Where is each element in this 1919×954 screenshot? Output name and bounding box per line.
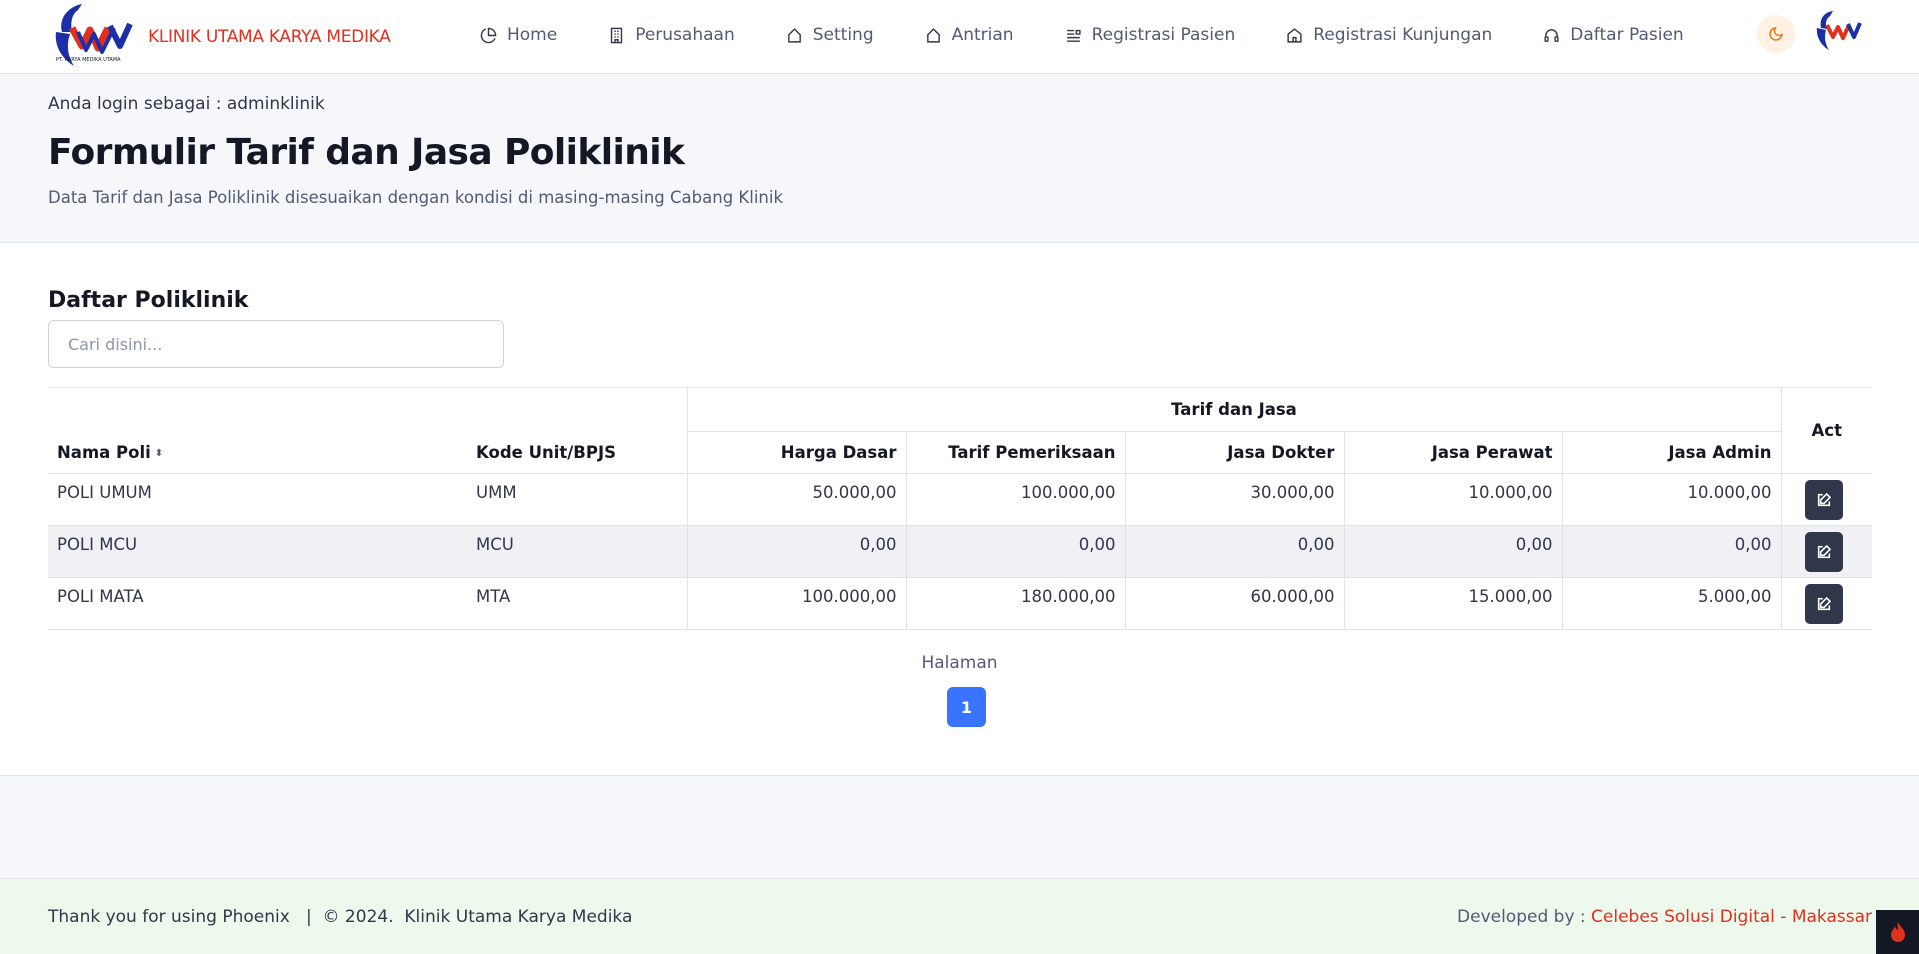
building-icon (611, 27, 623, 43)
edit-button[interactable] (1804, 479, 1843, 520)
nav-label-home: Home (507, 25, 558, 45)
table-row: POLI MCU MCU 0,00 0,00 0,00 0,00 0,00 (48, 525, 1873, 578)
cell-harga-dasar: 0,00 (686, 525, 906, 578)
cell-harga-dasar: 100.000,00 (686, 577, 906, 630)
headset-icon (1544, 28, 1559, 42)
brand-link[interactable]: PT. KARYA MEDIKA UTAMA KLINIK UTAMA KARY… (48, 0, 391, 74)
floating-action-button[interactable] (1876, 910, 1919, 954)
edit-icon (1817, 596, 1831, 610)
table-row: POLI UMUM UMM 50.000,00 100.000,00 30.00… (48, 473, 1873, 526)
nav-item-registrasi-kunjungan[interactable]: Registrasi Kunjungan (1286, 25, 1492, 45)
home-icon (1287, 27, 1302, 43)
footer-developer: Developed by : Celebes Solusi Digital - … (1457, 907, 1872, 927)
tag-icon (926, 27, 940, 43)
cell-jasa-dokter: 60.000,00 (1124, 577, 1344, 630)
clinic-logo: PT. KARYA MEDIKA UTAMA (48, 2, 136, 72)
cell-jasa-admin: 10.000,00 (1561, 473, 1782, 526)
cell-jasa-admin: 0,00 (1561, 525, 1782, 578)
cell-nama-poli: POLI MCU (48, 525, 463, 578)
cell-jasa-dokter: 30.000,00 (1124, 473, 1344, 526)
list-icon (1066, 29, 1081, 42)
group-header-tarif-jasa: Tarif dan Jasa (686, 387, 1782, 432)
column-header-jasa-perawat: Jasa Perawat (1343, 431, 1562, 474)
column-header-nama-poli[interactable]: Nama Poli ⬍ (48, 431, 463, 474)
column-header-harga-dasar: Harga Dasar (686, 431, 906, 474)
page-title: Formulir Tarif dan Jasa Poliklinik (48, 132, 685, 173)
edit-icon (1817, 492, 1831, 506)
nav-item-perusahaan[interactable]: Perusahaan (608, 25, 735, 45)
main-nav: Home Perusahaan Setting Antrian Registra… (480, 0, 1684, 70)
pagination-label: Halaman (921, 653, 998, 673)
pie-chart-icon (480, 27, 497, 43)
header-spacer (48, 387, 687, 432)
moon-icon (1769, 27, 1783, 41)
nav-label-daftar-pasien: Daftar Pasien (1570, 25, 1684, 45)
flame-icon (1890, 922, 1905, 942)
edit-icon (1817, 544, 1831, 558)
cell-act (1780, 525, 1873, 578)
nav-item-setting[interactable]: Setting (786, 25, 874, 45)
search-input[interactable] (48, 320, 504, 368)
page-button-1[interactable]: 1 (947, 687, 986, 727)
nav-item-antrian[interactable]: Antrian (925, 25, 1014, 45)
cell-act (1780, 473, 1873, 526)
cell-act (1780, 577, 1873, 630)
cell-tarif-pemeriksaan: 0,00 (905, 525, 1125, 578)
content-bottom-band (0, 775, 1919, 878)
nav-item-daftar-pasien[interactable]: Daftar Pasien (1543, 25, 1684, 45)
edit-button[interactable] (1804, 531, 1843, 572)
nav-label-registrasi-pasien: Registrasi Pasien (1091, 25, 1236, 45)
cell-tarif-pemeriksaan: 100.000,00 (905, 473, 1125, 526)
page-subtitle: Data Tarif dan Jasa Poliklinik disesuaik… (48, 188, 784, 207)
tag-icon (787, 27, 801, 43)
footer: Thank you for using Phoenix | © 2024. Kl… (0, 878, 1919, 954)
column-header-jasa-admin: Jasa Admin (1561, 431, 1782, 474)
nav-label-setting: Setting (812, 25, 874, 45)
cell-nama-poli: POLI MATA (48, 577, 463, 630)
cell-nama-poli: POLI UMUM (48, 473, 463, 526)
column-header-tarif-pemeriksaan: Tarif Pemeriksaan (905, 431, 1125, 474)
cell-kode: UMM (463, 473, 687, 526)
column-header-act: Act (1780, 387, 1873, 474)
cell-kode: MTA (463, 577, 687, 630)
footer-credit: Thank you for using Phoenix | © 2024. Kl… (48, 907, 633, 927)
avatar[interactable] (1813, 10, 1863, 58)
login-info: Anda login sebagai : adminklinik (48, 94, 325, 114)
developer-link[interactable]: Celebes Solusi Digital - Makassar (1591, 907, 1872, 927)
cell-jasa-admin: 5.000,00 (1561, 577, 1782, 630)
cell-kode: MCU (463, 525, 687, 578)
edit-button[interactable] (1804, 583, 1843, 624)
nav-label-registrasi-kunjungan: Registrasi Kunjungan (1313, 25, 1493, 45)
column-header-kode: Kode Unit/BPJS (463, 431, 687, 474)
brand-name: KLINIK UTAMA KARYA MEDIKA (148, 27, 391, 47)
nav-item-home[interactable]: Home (480, 25, 557, 45)
column-header-jasa-dokter: Jasa Dokter (1124, 431, 1344, 474)
cell-jasa-perawat: 10.000,00 (1343, 473, 1562, 526)
nav-item-registrasi-pasien[interactable]: Registrasi Pasien (1065, 25, 1236, 45)
table-row: POLI MATA MTA 100.000,00 180.000,00 60.0… (48, 577, 1873, 630)
cell-harga-dasar: 50.000,00 (686, 473, 906, 526)
nav-label-perusahaan: Perusahaan (635, 25, 735, 45)
nav-label-antrian: Antrian (951, 25, 1014, 45)
column-label-nama-poli: Nama Poli (57, 442, 151, 462)
top-navbar: PT. KARYA MEDIKA UTAMA KLINIK UTAMA KARY… (0, 0, 1919, 74)
page-header: Anda login sebagai : adminklinik Formuli… (0, 74, 1919, 243)
theme-toggle-button[interactable] (1757, 15, 1795, 53)
logo-caption: PT. KARYA MEDIKA UTAMA (56, 57, 121, 63)
cell-jasa-perawat: 0,00 (1343, 525, 1562, 578)
section-title: Daftar Poliklinik (48, 288, 249, 313)
cell-jasa-dokter: 0,00 (1124, 525, 1344, 578)
poliklinik-table: Tarif dan Jasa Act Nama Poli ⬍ Kode Unit/… (48, 387, 1873, 630)
developed-by-label: Developed by : (1457, 907, 1592, 927)
cell-jasa-perawat: 15.000,00 (1343, 577, 1562, 630)
sort-icon[interactable]: ⬍ (155, 448, 163, 459)
cell-tarif-pemeriksaan: 180.000,00 (905, 577, 1125, 630)
